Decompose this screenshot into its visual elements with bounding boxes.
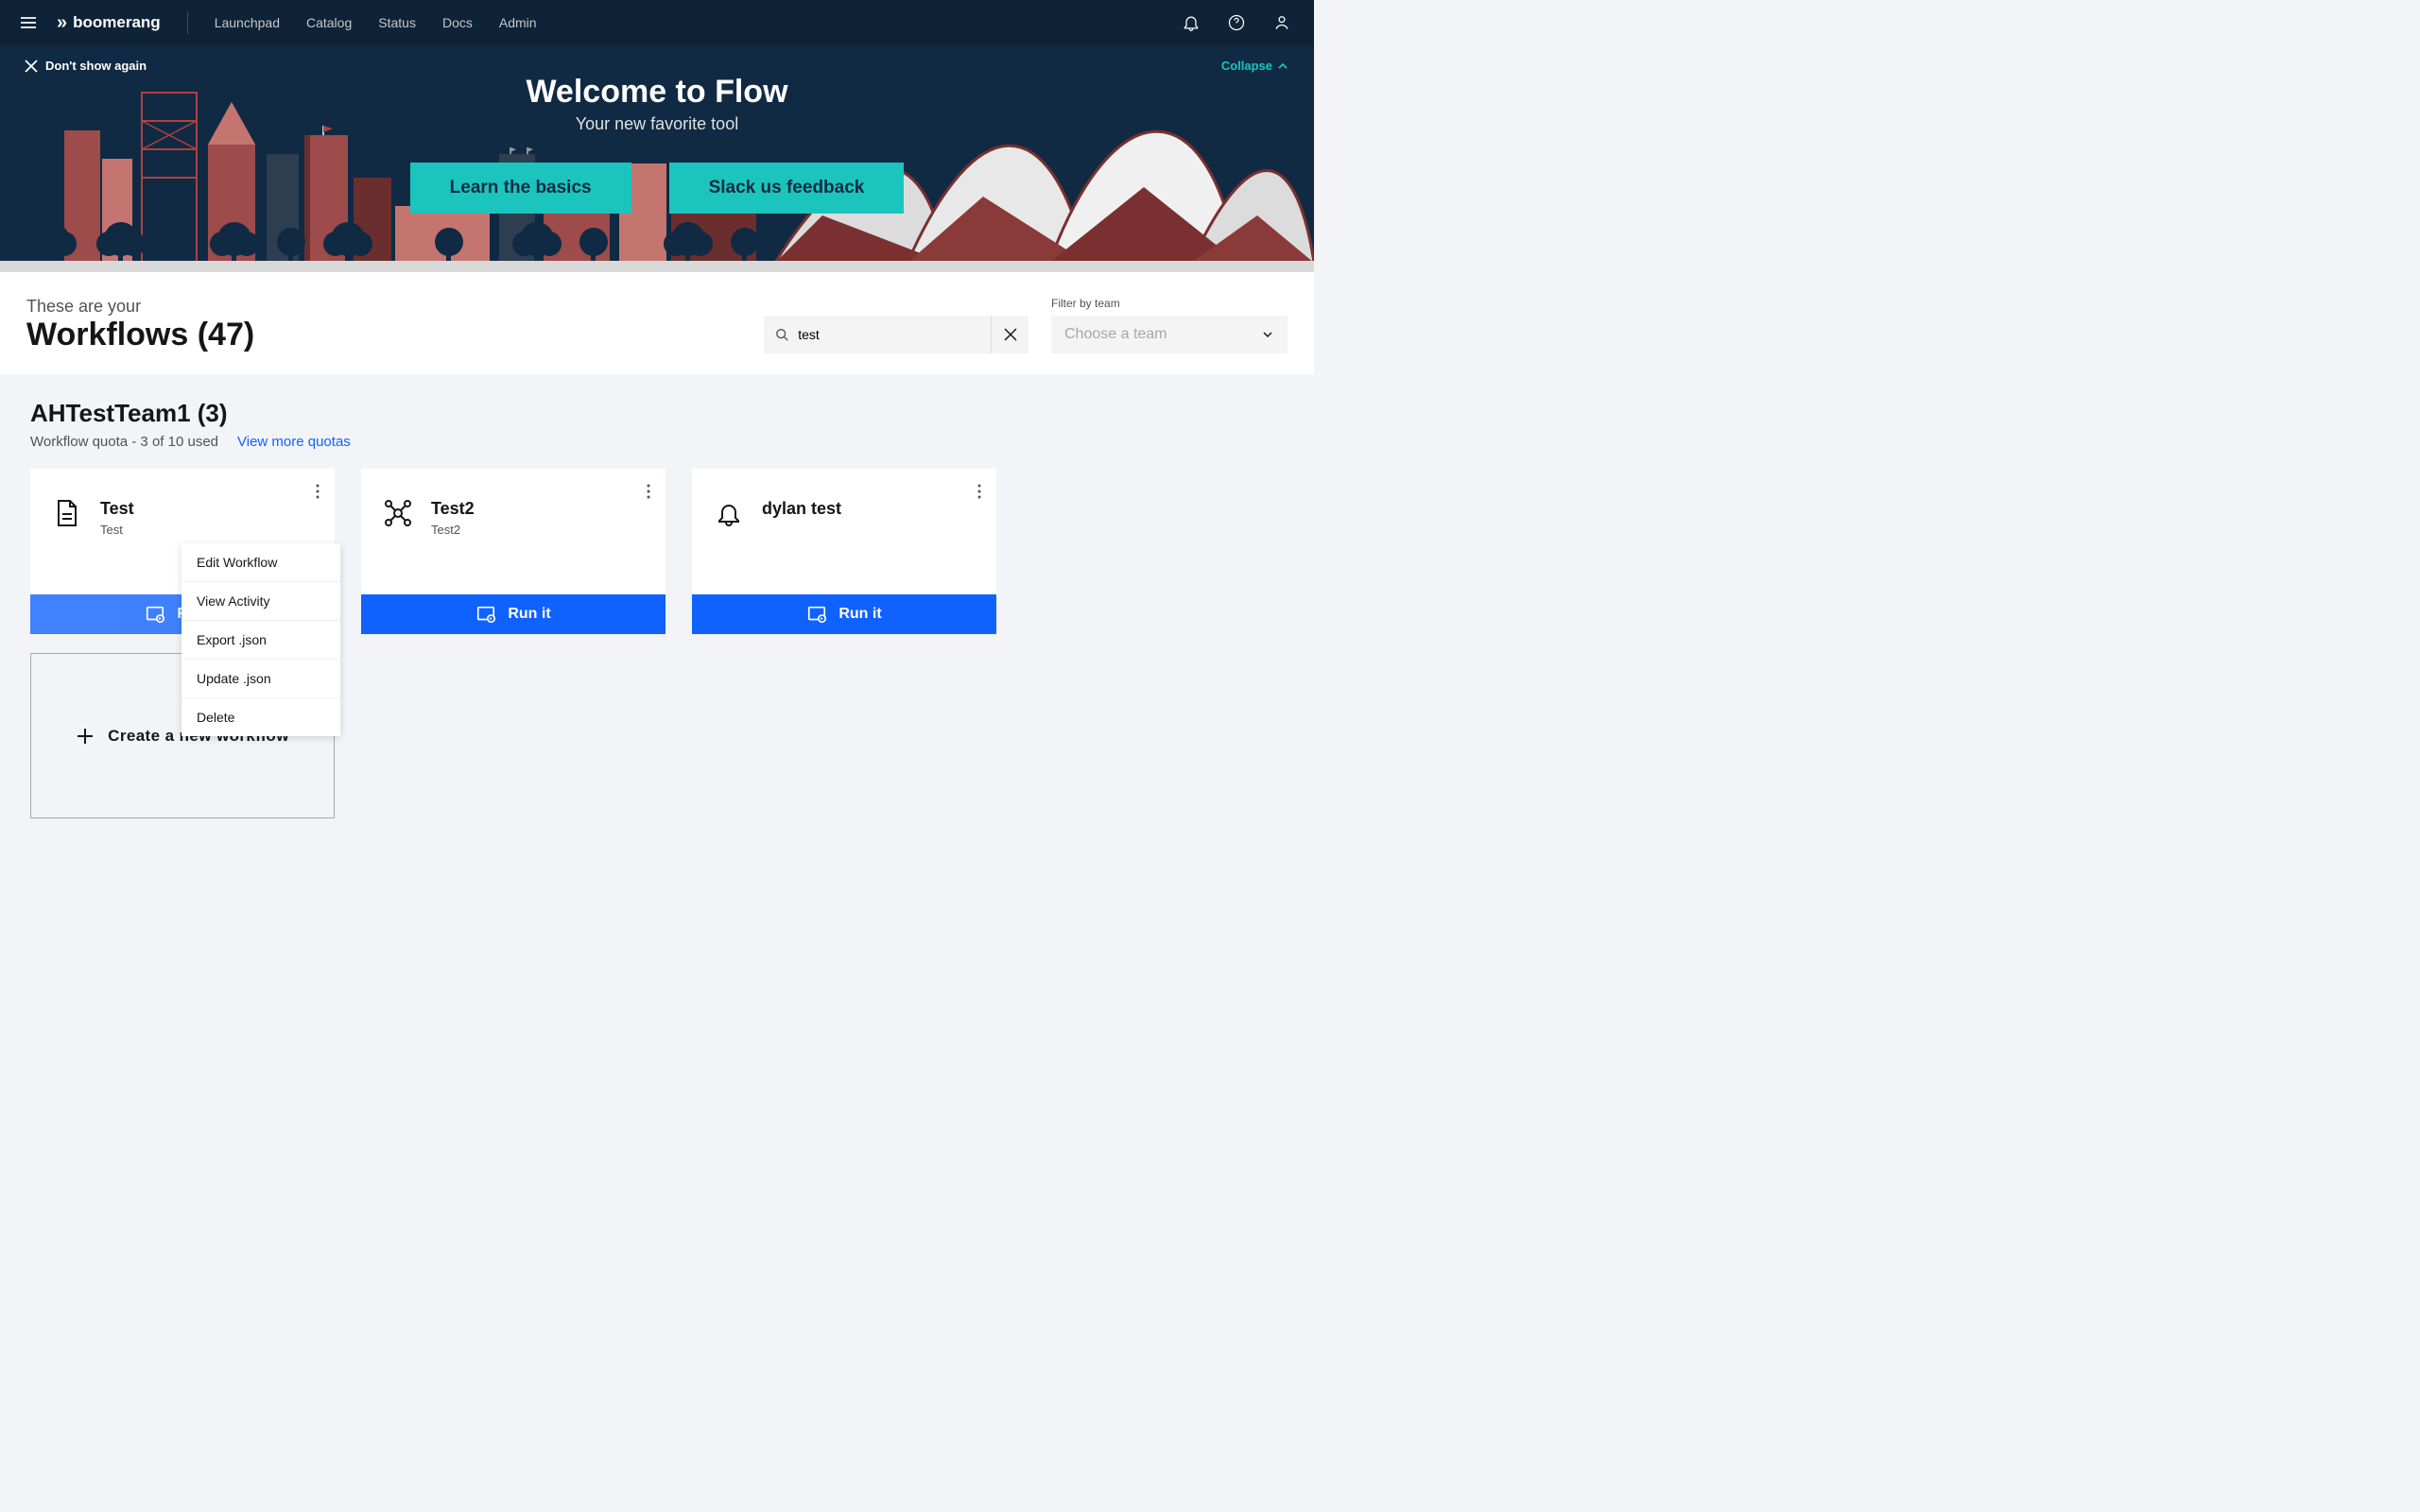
workflow-card[interactable]: dylan test Run it: [692, 469, 996, 634]
brand-name: boomerang: [73, 13, 161, 32]
learn-basics-button[interactable]: Learn the basics: [410, 163, 631, 214]
top-nav: Launchpad Catalog Status Docs Admin: [215, 15, 537, 30]
menu-update-json[interactable]: Update .json: [182, 659, 340, 697]
team-filter-select[interactable]: Choose a team: [1051, 316, 1288, 353]
overflow-icon: [977, 484, 981, 499]
slack-feedback-button[interactable]: Slack us feedback: [669, 163, 905, 214]
dismiss-banner-button[interactable]: Don't show again: [25, 59, 147, 73]
workflow-subtitle: Test2: [431, 523, 475, 537]
view-more-quotas-link[interactable]: View more quotas: [237, 434, 351, 450]
menu-export-json[interactable]: Export .json: [182, 620, 340, 659]
page-supertitle: These are your: [26, 297, 254, 317]
workflow-title: Test: [100, 499, 134, 519]
overflow-icon: [316, 484, 320, 499]
page-header-bar: These are your Workflows (47) Filter by …: [0, 272, 1314, 374]
dismiss-label: Don't show again: [45, 59, 147, 73]
workflow-quota-text: Workflow quota - 3 of 10 used: [30, 434, 218, 450]
workflow-title: Test2: [431, 499, 475, 519]
search-field[interactable]: [764, 316, 1028, 353]
card-overflow-menu[interactable]: [641, 478, 656, 505]
filter-label: Filter by team: [1051, 297, 1288, 310]
hero-subtitle: Your new favorite tool: [576, 114, 738, 134]
overflow-icon: [647, 484, 650, 499]
document-icon: [53, 499, 81, 537]
brand-logo[interactable]: » boomerang: [57, 12, 161, 34]
card-overflow-menu[interactable]: [972, 478, 987, 505]
user-icon[interactable]: [1269, 9, 1295, 36]
workflow-context-menu: Edit Workflow View Activity Export .json…: [182, 543, 340, 736]
plus-icon: [76, 727, 95, 746]
menu-delete[interactable]: Delete: [182, 697, 340, 736]
run-icon: [806, 604, 827, 625]
search-icon: [775, 327, 788, 342]
workflow-title: dylan test: [762, 499, 841, 519]
team-title: AHTestTeam1 (3): [30, 399, 1284, 428]
hamburger-menu-icon[interactable]: [19, 13, 38, 32]
workflow-card[interactable]: Test2 Test2 Run it: [361, 469, 666, 634]
header-divider: [187, 11, 188, 34]
top-header: » boomerang Launchpad Catalog Status Doc…: [0, 0, 1314, 45]
nav-item-launchpad[interactable]: Launchpad: [215, 15, 280, 30]
search-input[interactable]: [798, 327, 979, 342]
run-icon: [145, 604, 165, 625]
notifications-icon[interactable]: [1178, 9, 1204, 36]
hero-banner: Don't show again Collapse Welcome to Flo…: [0, 45, 1314, 272]
nav-item-admin[interactable]: Admin: [499, 15, 537, 30]
nav-item-catalog[interactable]: Catalog: [306, 15, 352, 30]
nav-item-status[interactable]: Status: [378, 15, 416, 30]
menu-view-activity[interactable]: View Activity: [182, 581, 340, 620]
workflow-subtitle: Test: [100, 523, 134, 537]
page-title: Workflows (47): [26, 317, 254, 353]
chevron-up-icon: [1276, 60, 1289, 73]
chevron-down-icon: [1261, 328, 1274, 341]
run-icon: [475, 604, 496, 625]
network-icon: [384, 499, 412, 537]
collapse-banner-button[interactable]: Collapse: [1221, 59, 1289, 73]
collapse-label: Collapse: [1221, 59, 1272, 73]
filter-placeholder: Choose a team: [1064, 326, 1167, 343]
card-overflow-menu[interactable]: [310, 478, 325, 505]
run-workflow-button[interactable]: Run it: [692, 594, 996, 634]
search-clear-button[interactable]: [991, 316, 1028, 353]
help-icon[interactable]: [1223, 9, 1250, 36]
run-workflow-button[interactable]: Run it: [361, 594, 666, 634]
close-icon: [1004, 328, 1017, 341]
nav-item-docs[interactable]: Docs: [442, 15, 473, 30]
menu-edit-workflow[interactable]: Edit Workflow: [182, 543, 340, 581]
bell-icon: [715, 499, 743, 527]
